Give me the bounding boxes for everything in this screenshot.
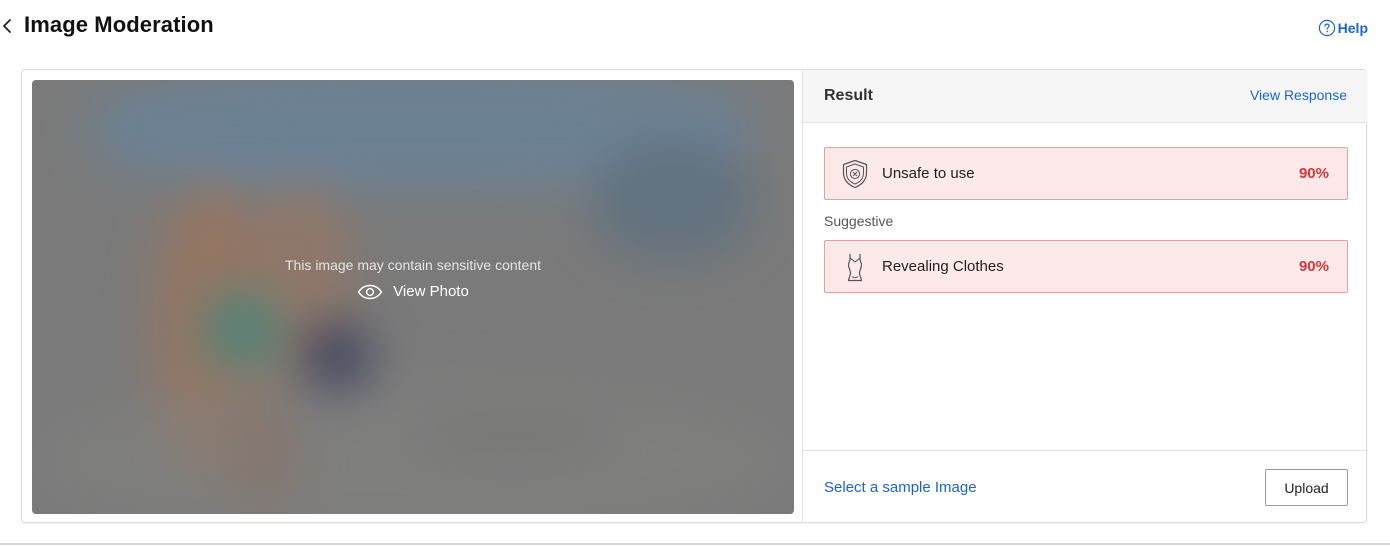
verdict-confidence: 90% xyxy=(1298,165,1329,182)
sensitive-content-overlay: This image may contain sensitive content… xyxy=(32,257,794,305)
result-title: Result xyxy=(824,87,873,104)
category-item-confidence: 90% xyxy=(1298,258,1329,275)
view-photo-button[interactable]: View Photo xyxy=(357,283,469,300)
view-response-link[interactable]: View Response xyxy=(1250,87,1347,103)
verdict-item: Unsafe to use 90% xyxy=(824,147,1348,200)
shield-x-icon xyxy=(842,159,868,189)
result-header: Result View Response xyxy=(803,70,1367,123)
category-item-revealing-clothes: Revealing Clothes 90% xyxy=(824,240,1348,293)
swimsuit-icon xyxy=(847,254,863,282)
select-sample-image-link[interactable]: Select a sample Image xyxy=(824,479,977,496)
result-panel: Result View Response Unsafe to use 90% S… xyxy=(802,70,1367,522)
page-title: Image Moderation xyxy=(24,12,214,37)
moderation-card: This image may contain sensitive content… xyxy=(21,69,1367,523)
upload-button[interactable]: Upload xyxy=(1265,469,1348,506)
eye-icon xyxy=(357,284,383,299)
help-label: Help xyxy=(1337,20,1368,36)
category-label: Suggestive xyxy=(824,213,894,229)
back-button[interactable] xyxy=(0,14,14,38)
bottom-divider xyxy=(0,543,1390,545)
view-photo-label: View Photo xyxy=(393,283,469,300)
page-header: Image Moderation Help xyxy=(0,0,1390,56)
help-link[interactable]: Help xyxy=(1318,19,1368,37)
question-circle-icon xyxy=(1318,19,1335,37)
sensitive-content-message: This image may contain sensitive content xyxy=(284,257,541,273)
category-item-label: Revealing Clothes xyxy=(882,258,1004,275)
verdict-label: Unsafe to use xyxy=(882,165,975,182)
chevron-left-icon xyxy=(3,19,11,33)
result-footer: Select a sample Image Upload xyxy=(803,450,1367,523)
image-preview: This image may contain sensitive content… xyxy=(32,80,794,514)
